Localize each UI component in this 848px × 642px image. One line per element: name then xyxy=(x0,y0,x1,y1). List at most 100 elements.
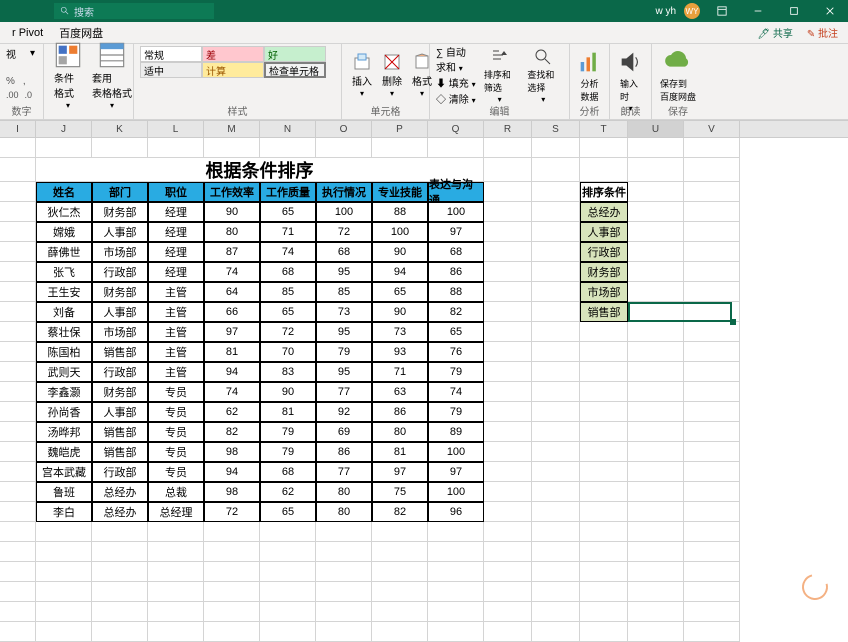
table-cell[interactable]: 鲁班 xyxy=(36,482,92,502)
table-cell[interactable]: 王生安 xyxy=(36,282,92,302)
save-baidu-button[interactable]: 保存到 百度网盘 xyxy=(658,46,698,105)
table-cell[interactable]: 专员 xyxy=(148,462,204,482)
table-cell[interactable]: 87 xyxy=(204,242,260,262)
table-cell[interactable]: 90 xyxy=(372,242,428,262)
autosum-button[interactable]: ∑ 自动求和 ▾ xyxy=(436,44,476,74)
table-cell[interactable]: 79 xyxy=(316,342,372,362)
table-cell[interactable]: 85 xyxy=(316,282,372,302)
table-cell[interactable]: 96 xyxy=(428,502,484,522)
table-cell[interactable]: 68 xyxy=(316,242,372,262)
table-cell[interactable]: 经理 xyxy=(148,202,204,222)
table-cell[interactable]: 79 xyxy=(260,442,316,462)
table-cell[interactable]: 市场部 xyxy=(92,242,148,262)
style-bad[interactable]: 差 xyxy=(202,46,264,62)
table-cell[interactable]: 95 xyxy=(316,362,372,382)
table-cell[interactable]: 80 xyxy=(372,422,428,442)
table-cell[interactable]: 经理 xyxy=(148,222,204,242)
spreadsheet-grid[interactable]: IJKLMNOPQRSTUV 根据条件排序姓名部门职位工作效率工作质量执行情况专… xyxy=(0,120,848,642)
cell-styles-gallery[interactable]: 常规 差 好 适中 计算 检查单元格 xyxy=(140,46,335,78)
table-cell[interactable]: 85 xyxy=(260,282,316,302)
table-cell[interactable]: 98 xyxy=(204,482,260,502)
table-cell[interactable]: 财务部 xyxy=(92,282,148,302)
table-cell[interactable]: 88 xyxy=(428,282,484,302)
table-cell[interactable]: 主管 xyxy=(148,322,204,342)
table-cell[interactable]: 72 xyxy=(260,322,316,342)
delete-button[interactable]: 删除▾ xyxy=(378,50,406,100)
col-header-S[interactable]: S xyxy=(532,121,580,137)
table-cell[interactable]: 90 xyxy=(372,302,428,322)
table-cell[interactable]: 武则天 xyxy=(36,362,92,382)
table-cell[interactable]: 93 xyxy=(372,342,428,362)
conditional-format-button[interactable]: 条件格式▾ xyxy=(50,39,86,112)
table-cell[interactable]: 总经理 xyxy=(148,502,204,522)
table-cell[interactable]: 行政部 xyxy=(92,462,148,482)
table-cell[interactable]: 主管 xyxy=(148,282,204,302)
col-header-P[interactable]: P xyxy=(372,121,428,137)
table-cell[interactable]: 64 xyxy=(204,282,260,302)
share-button[interactable]: 🖊 共享 xyxy=(751,25,798,40)
view-dropdown[interactable]: 视 ▾ xyxy=(6,46,37,61)
table-cell[interactable]: 陈国柏 xyxy=(36,342,92,362)
table-cell[interactable]: 79 xyxy=(428,362,484,382)
table-cell[interactable]: 经理 xyxy=(148,262,204,282)
table-cell[interactable]: 68 xyxy=(428,242,484,262)
side-item[interactable]: 财务部 xyxy=(580,262,628,282)
table-cell[interactable]: 蔡壮保 xyxy=(36,322,92,342)
search-box[interactable]: 搜索 xyxy=(54,3,214,19)
table-cell[interactable]: 刘备 xyxy=(36,302,92,322)
table-cell[interactable]: 总经办 xyxy=(92,502,148,522)
table-cell[interactable]: 66 xyxy=(204,302,260,322)
col-header-J[interactable]: J xyxy=(36,121,92,137)
table-cell[interactable]: 80 xyxy=(204,222,260,242)
table-cell[interactable]: 81 xyxy=(204,342,260,362)
side-item[interactable]: 人事部 xyxy=(580,222,628,242)
table-cell[interactable]: 100 xyxy=(372,222,428,242)
table-cell[interactable]: 总经办 xyxy=(92,482,148,502)
table-cell[interactable]: 65 xyxy=(428,322,484,342)
table-cell[interactable]: 销售部 xyxy=(92,442,148,462)
table-cell[interactable]: 宫本武藏 xyxy=(36,462,92,482)
table-cell[interactable]: 100 xyxy=(428,482,484,502)
col-header-L[interactable]: L xyxy=(148,121,204,137)
comma-icon[interactable]: , xyxy=(23,76,26,87)
col-header-M[interactable]: M xyxy=(204,121,260,137)
table-cell[interactable]: 74 xyxy=(260,242,316,262)
table-cell[interactable]: 89 xyxy=(428,422,484,442)
table-cell[interactable]: 73 xyxy=(372,322,428,342)
table-cell[interactable]: 97 xyxy=(372,462,428,482)
table-cell[interactable]: 86 xyxy=(428,262,484,282)
table-cell[interactable]: 100 xyxy=(428,202,484,222)
table-cell[interactable]: 专员 xyxy=(148,442,204,462)
side-item[interactable]: 行政部 xyxy=(580,242,628,262)
table-cell[interactable]: 专员 xyxy=(148,402,204,422)
table-format-button[interactable]: 套用 表格格式▾ xyxy=(88,39,136,112)
table-cell[interactable]: 75 xyxy=(372,482,428,502)
table-cell[interactable]: 经理 xyxy=(148,242,204,262)
table-cell[interactable]: 行政部 xyxy=(92,362,148,382)
table-cell[interactable]: 70 xyxy=(260,342,316,362)
table-cell[interactable]: 82 xyxy=(428,302,484,322)
table-cell[interactable]: 李白 xyxy=(36,502,92,522)
col-header-Q[interactable]: Q xyxy=(428,121,484,137)
table-cell[interactable]: 72 xyxy=(204,502,260,522)
find-select-button[interactable]: 查找和选择▾ xyxy=(523,45,563,106)
table-cell[interactable]: 77 xyxy=(316,382,372,402)
table-cell[interactable]: 魏皑虎 xyxy=(36,442,92,462)
table-cell[interactable]: 市场部 xyxy=(92,322,148,342)
table-cell[interactable]: 100 xyxy=(316,202,372,222)
table-cell[interactable]: 73 xyxy=(316,302,372,322)
table-cell[interactable]: 狄仁杰 xyxy=(36,202,92,222)
table-cell[interactable]: 财务部 xyxy=(92,382,148,402)
table-cell[interactable]: 82 xyxy=(372,502,428,522)
table-cell[interactable]: 100 xyxy=(428,442,484,462)
table-cell[interactable]: 嫦娥 xyxy=(36,222,92,242)
col-header-O[interactable]: O xyxy=(316,121,372,137)
col-header-I[interactable]: I xyxy=(0,121,36,137)
table-cell[interactable]: 孙尚香 xyxy=(36,402,92,422)
table-cell[interactable]: 95 xyxy=(316,322,372,342)
table-cell[interactable]: 销售部 xyxy=(92,422,148,442)
style-normal[interactable]: 常规 xyxy=(140,46,202,62)
table-cell[interactable]: 62 xyxy=(260,482,316,502)
ribbon-options-icon[interactable] xyxy=(708,2,736,20)
fill-button[interactable]: ⬇ 填充 ▾ xyxy=(436,75,476,90)
